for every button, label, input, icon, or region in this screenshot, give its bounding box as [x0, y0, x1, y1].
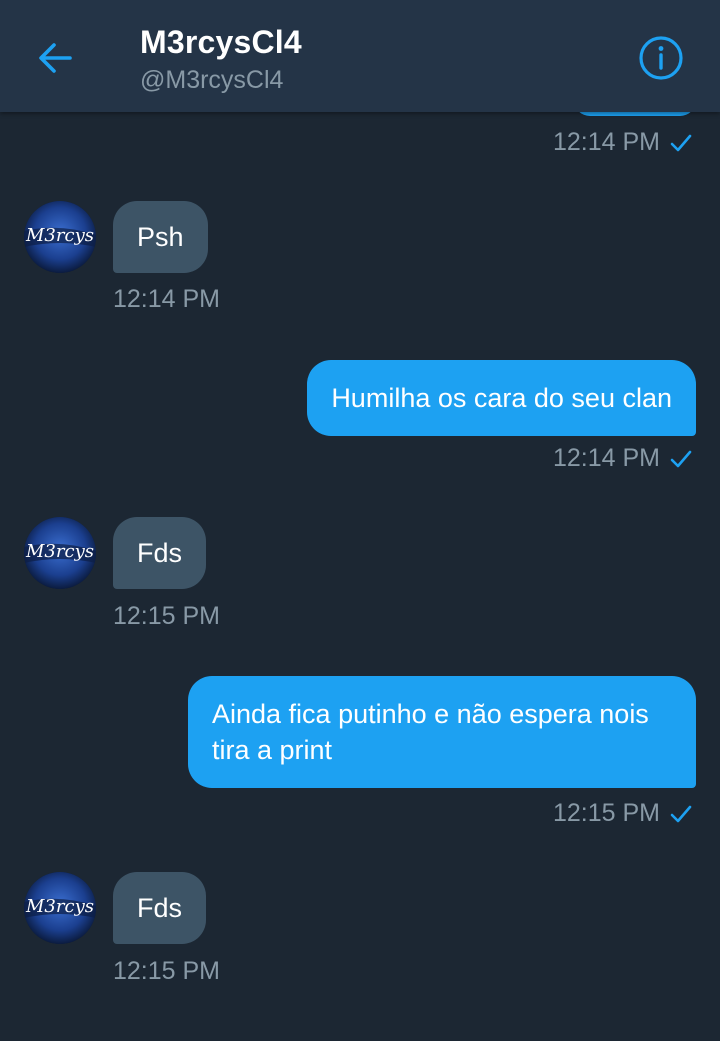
message-timestamp: 12:14 PM: [113, 285, 221, 313]
message-timestamp: 12:15 PM: [552, 799, 660, 827]
svg-text:M3rcys: M3rcys: [25, 225, 94, 246]
check-icon: [670, 805, 692, 822]
message-timestamp-row: 12:15 PM: [553, 799, 692, 828]
outgoing-message-bubble[interactable]: Humilha os cara do seu clan: [307, 360, 696, 436]
message-timestamp: 12:14 PM: [552, 444, 660, 472]
conversation-header: M3rcysCl4 @M3rcysCl4: [0, 0, 720, 112]
outgoing-message-bubble[interactable]: Ainda fica putinho e não espera nois tir…: [188, 676, 696, 788]
arrow-left-icon: [39, 43, 72, 73]
incoming-message-bubble[interactable]: Fds: [113, 517, 207, 589]
avatar[interactable]: M3rcys: [24, 872, 96, 944]
conversation-title: M3rcysCl4: [140, 24, 302, 60]
svg-text:M3rcys: M3rcys: [25, 541, 94, 562]
avatar-image: M3rcys: [24, 872, 96, 944]
message-timestamp-row: 12:14 PM: [553, 128, 692, 157]
info-circle-icon: [639, 36, 683, 80]
check-icon: [670, 134, 692, 151]
message-text: Humilha os cara do seu clan: [331, 383, 672, 413]
message-text: Ainda fica putinho e não espera nois tir…: [212, 699, 649, 765]
message-text: Fds: [137, 538, 183, 568]
avatar-image: M3rcys: [24, 517, 96, 589]
incoming-message-bubble[interactable]: Psh: [113, 201, 208, 273]
svg-text:M3rcys: M3rcys: [25, 896, 94, 917]
avatar-image: M3rcys: [24, 201, 96, 273]
message-timestamp: 12:15 PM: [113, 602, 221, 630]
message-timestamp-row: 12:14 PM: [553, 444, 692, 473]
info-button[interactable]: [638, 35, 684, 81]
conversation-timeline[interactable]: 12:14 PM M3rcys Psh 12:14 PM Humilha os …: [0, 0, 720, 1041]
back-button[interactable]: [32, 38, 80, 78]
conversation-handle: @M3rcysCl4: [140, 66, 284, 94]
avatar[interactable]: M3rcys: [24, 201, 96, 273]
message-timestamp: 12:15 PM: [113, 957, 221, 985]
message-timestamp: 12:14 PM: [552, 128, 660, 156]
check-icon: [670, 450, 692, 467]
incoming-message-bubble[interactable]: Fds: [113, 872, 207, 944]
avatar[interactable]: M3rcys: [24, 517, 96, 589]
message-text: Psh: [137, 222, 184, 252]
message-text: Fds: [137, 893, 183, 923]
